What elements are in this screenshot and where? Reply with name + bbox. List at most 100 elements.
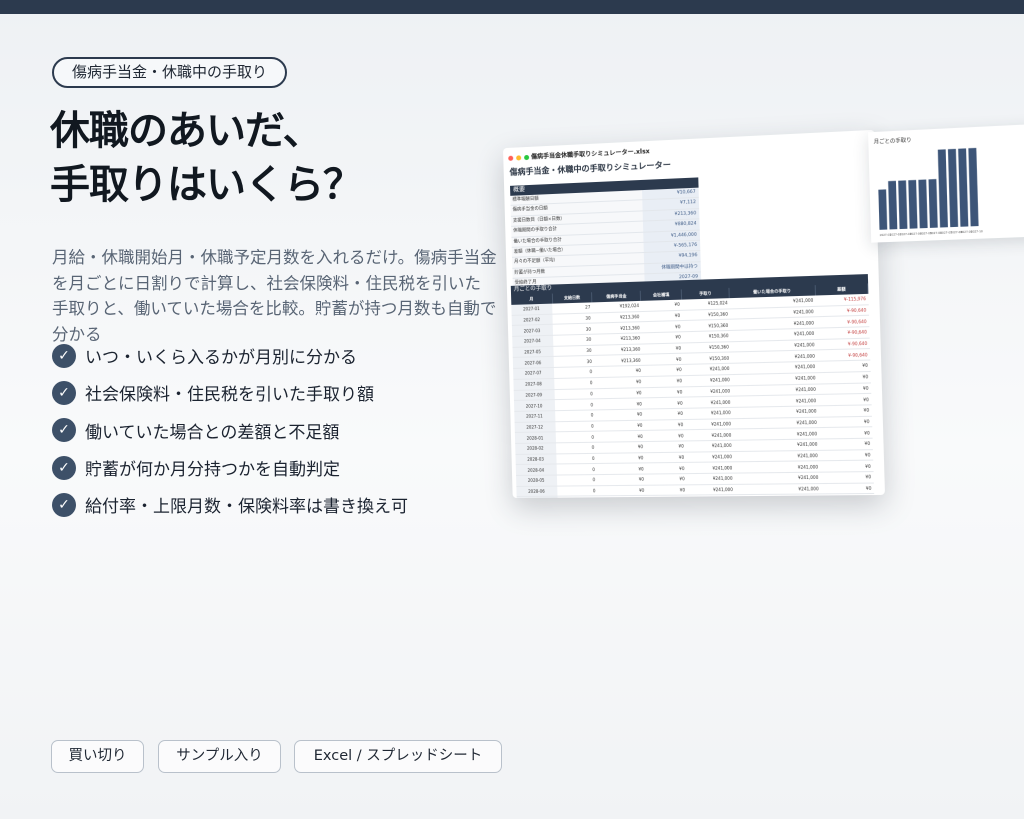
- bar-chart: 2027-012027-022027-032027-042027-052027-…: [878, 147, 983, 237]
- chart-bar: [928, 179, 938, 228]
- table-cell: 2028-02: [515, 442, 557, 455]
- table-cell: 2028-07: [516, 496, 559, 499]
- table-cell: 0: [554, 388, 595, 400]
- table-cell: ¥0: [643, 397, 685, 409]
- table-cell: 2028-04: [515, 464, 558, 476]
- table-cell: 0: [555, 431, 597, 443]
- feature-list: ✓ いつ・いくら入るかが月別に分かる ✓ 社会保険料・住民税を引いた手取り額 ✓ 働い…: [52, 337, 408, 523]
- top-bar: [0, 0, 1024, 14]
- chart-bar: [937, 149, 948, 228]
- headline-line-1: 休職のあいだ、: [50, 108, 323, 154]
- table-cell: 0: [556, 442, 597, 454]
- table-cell: 0: [555, 420, 596, 433]
- table-cell: ¥0: [646, 484, 688, 496]
- maximize-dot-icon: [524, 154, 530, 161]
- table-cell: ¥0: [644, 429, 686, 442]
- table-cell: ¥241,000: [686, 473, 735, 485]
- table-cell: 0: [555, 409, 596, 422]
- feature-text: いつ・いくら入るかが月別に分かる: [85, 348, 357, 369]
- table-cell: ¥0: [596, 452, 646, 464]
- feature-item: ✓ 給付率・上限月数・保険料率は書き換え可: [52, 486, 408, 523]
- table-cell: ¥0: [820, 471, 874, 484]
- table-cell: 0: [556, 463, 598, 476]
- window-controls: [508, 154, 530, 161]
- table-cell: 2027-10: [513, 399, 556, 412]
- table-cell: 0: [555, 399, 596, 411]
- table-cell: ¥241,000: [685, 440, 734, 452]
- table-cell: 0: [557, 485, 598, 497]
- table-cell: 2028-03: [515, 453, 557, 465]
- feature-text: 働いていた場合との差額と不足額: [85, 422, 340, 443]
- sheet-title: 傷病手当金・休職中の手取りシミュレーター: [509, 160, 672, 177]
- check-icon: ✓: [52, 492, 76, 517]
- feature-item: ✓ いつ・いくら入るかが月別に分かる: [52, 337, 408, 374]
- x-tick-label: 2027-10: [971, 229, 983, 234]
- table-cell: 2028-05: [516, 475, 558, 487]
- summary-value: ¥94,196: [643, 251, 701, 263]
- summary-value: 休職期間中は持つ: [644, 261, 701, 274]
- chart-bar: [968, 147, 979, 227]
- chart-bar: [918, 179, 928, 229]
- monthly-grid: 月支給日数 傷病手当金 会社補填 手取り 働いた場合の手取り 差額 2027-01 27 ¥1…: [511, 283, 875, 499]
- description: 月給・休職開始月・休職予定月数を入れるだけ。傷病手当金を月ごとに日割りで計算し、…: [52, 248, 497, 344]
- table-cell: ¥241,000: [684, 396, 733, 409]
- table-cell: ¥241,000: [685, 418, 734, 430]
- chart-bar: [898, 180, 908, 230]
- feature-item: ✓ 社会保険料・住民税を引いた手取り額: [52, 374, 408, 411]
- check-icon: ✓: [52, 343, 76, 368]
- chart-panel: 月ごとの手取り 2027-01 2027-02 2027-03 2027-04 2027…: [868, 123, 1024, 243]
- chart-bar: [947, 148, 959, 228]
- table-cell: ¥0: [643, 386, 685, 399]
- table-cell: 2027-12: [514, 421, 556, 433]
- table-cell: ¥0: [645, 462, 687, 475]
- chart-bar: [888, 180, 898, 230]
- chart-bar: [958, 148, 969, 227]
- chart-bar: [908, 179, 918, 229]
- table-cell: ¥241,000: [687, 495, 736, 499]
- pill-sample-included: サンプル入り: [158, 740, 281, 773]
- table-cell: ¥0: [819, 438, 873, 450]
- table-cell: ¥241,000: [734, 483, 821, 496]
- table-cell: 2028-06: [516, 485, 558, 497]
- table-cell: ¥0: [643, 375, 685, 388]
- feature-text: 貯蓄が何か月分持つかを自動判定: [85, 460, 340, 481]
- table-cell: ¥241,000: [686, 484, 736, 496]
- pill-one-time-purchase: 買い切り: [51, 740, 144, 773]
- close-dot-icon: [508, 155, 514, 161]
- check-icon: ✓: [52, 380, 76, 405]
- table-cell: ¥0: [820, 460, 874, 473]
- table-cell: ¥0: [819, 426, 873, 439]
- table-cell: ¥241,000: [735, 494, 822, 499]
- summary-table: 概要 標準報酬日額 ¥10,667 傷病手当金の日額 ¥7,112 支援日数目（日額×日…: [510, 177, 702, 290]
- feature-item: ✓ 働いていた場合との差額と不足額: [52, 412, 408, 449]
- table-cell: ¥241,000: [734, 461, 821, 474]
- table-cell: ¥0: [597, 495, 647, 499]
- table-cell: 0: [557, 496, 598, 499]
- table-cell: ¥0: [597, 474, 647, 486]
- table-cell: 0: [554, 377, 595, 390]
- table-cell: 2027-09: [513, 389, 556, 401]
- table-cell: ¥0: [820, 482, 874, 495]
- table-cell: ¥0: [596, 463, 646, 475]
- table-cell: ¥241,000: [684, 407, 733, 420]
- table-cell: ¥0: [820, 493, 874, 499]
- table-cell: ¥0: [819, 449, 873, 462]
- table-cell: ¥0: [818, 415, 872, 428]
- table-cell: ¥0: [596, 441, 646, 453]
- table-cell: ¥241,000: [685, 429, 734, 441]
- table-cell: ¥0: [644, 408, 686, 420]
- table-cell: ¥0: [644, 419, 686, 431]
- check-icon: ✓: [52, 418, 76, 443]
- headline-line-2: 手取りはいくら？: [50, 162, 363, 208]
- category-badge: 傷病手当金・休職中の手取り: [52, 57, 288, 88]
- feature-text: 給付率・上限月数・保険料率は書き換え可: [85, 497, 408, 518]
- table-cell: 2028-01: [514, 432, 557, 444]
- table-cell: ¥0: [644, 440, 687, 453]
- chart-bar: [878, 189, 888, 230]
- spreadsheet-window: 傷病手当金休職手取りシミュレーター.xlsx 傷病手当金・休職中の手取りシミュレ…: [503, 129, 885, 499]
- table-cell: ¥0: [645, 451, 687, 464]
- file-name: 傷病手当金休職手取りシミュレーター.xlsx: [530, 148, 650, 161]
- feature-text: 社会保険料・住民税を引いた手取り額: [85, 385, 374, 406]
- table-cell: 2027-11: [514, 410, 556, 422]
- table-cell: ¥0: [597, 484, 647, 497]
